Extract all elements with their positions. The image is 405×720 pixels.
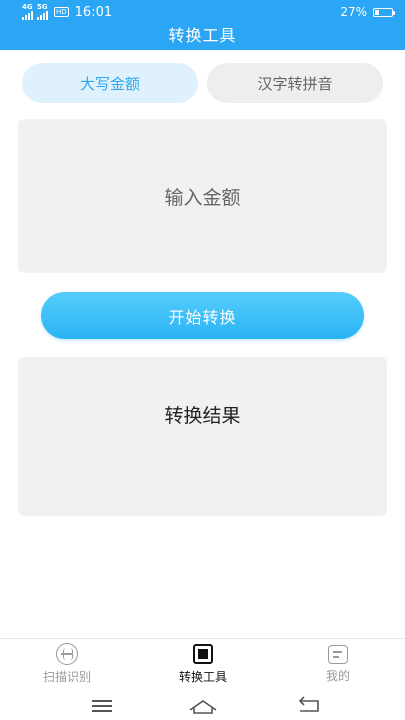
network-5g-label: 5G — [37, 3, 48, 11]
system-nav-bar — [0, 688, 405, 720]
app-header: 4G 5G HD 16:01 27% 转换工具 — [0, 0, 405, 50]
signal-4g: 4G — [22, 4, 33, 20]
nav-item-scan[interactable]: 扫描识别 — [12, 643, 122, 687]
battery-icon — [373, 7, 395, 17]
start-convert-button[interactable]: 开始转换 — [41, 292, 364, 339]
amount-input[interactable]: 输入金额 — [18, 119, 387, 273]
result-panel: 转换结果 — [18, 357, 387, 516]
menu-icon[interactable] — [84, 694, 120, 716]
page-title: 转换工具 — [168, 26, 237, 45]
nav-item-label: 我的 — [325, 669, 350, 683]
bottom-nav: 扫描识别 转换工具 我的 — [0, 638, 405, 688]
network-4g-label: 4G — [22, 3, 33, 11]
nav-item-label: 扫描识别 — [42, 670, 91, 684]
nav-item-label: 转换工具 — [178, 670, 227, 684]
back-icon[interactable] — [290, 694, 326, 716]
status-bar: 4G 5G HD 16:01 27% — [0, 0, 405, 24]
convert-icon — [192, 643, 214, 665]
home-icon[interactable] — [185, 694, 221, 716]
signal-bars-icon — [22, 11, 33, 20]
nav-item-mine[interactable]: 我的 — [283, 643, 393, 687]
signal-5g: 5G — [37, 4, 48, 20]
status-right: 27% — [340, 5, 395, 19]
result-title: 转换结果 — [164, 405, 241, 427]
tab-chinese-to-pinyin[interactable]: 汉字转拼音 — [207, 63, 383, 103]
scan-icon — [56, 643, 78, 665]
signal-bars-icon — [37, 11, 48, 20]
hd-badge: HD — [54, 7, 69, 17]
battery-fill — [375, 9, 379, 15]
tab-uppercase-amount[interactable]: 大写金额 — [22, 63, 198, 103]
nav-item-convert[interactable]: 转换工具 — [148, 643, 258, 687]
status-left: 4G 5G HD 16:01 — [22, 4, 112, 20]
status-time: 16:01 — [74, 4, 113, 20]
profile-icon — [328, 645, 348, 664]
battery-percent: 27% — [340, 5, 367, 19]
